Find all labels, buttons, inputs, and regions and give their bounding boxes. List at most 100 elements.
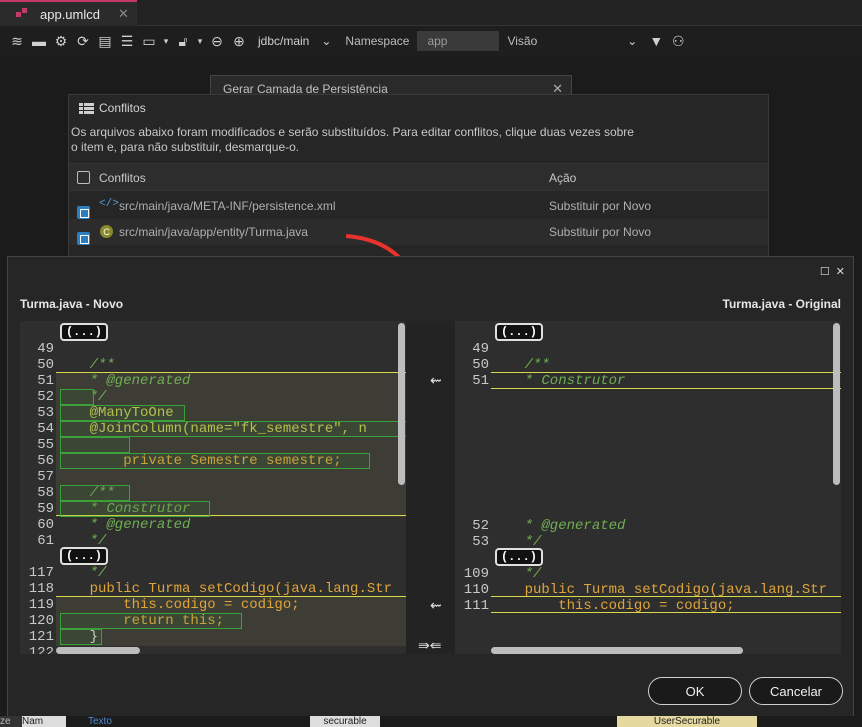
row-checkbox[interactable] (77, 231, 90, 245)
refresh-icon[interactable]: ⟳ (74, 32, 92, 50)
line-number: 50 (37, 357, 54, 373)
document-icon[interactable]: ▭ (140, 32, 158, 50)
line-number: 56 (37, 453, 54, 469)
strip-text: Nam (22, 716, 66, 727)
horizontal-scrollbar[interactable] (56, 647, 140, 654)
fold-marker[interactable]: (...) (60, 547, 108, 565)
database-gear-icon[interactable]: ⚙ (52, 32, 70, 50)
line-number: 121 (28, 629, 54, 645)
description-line: Os arquivos abaixo foram modificados e s… (71, 125, 634, 139)
line-number: 120 (28, 613, 54, 629)
strip-text: Texto (88, 716, 112, 727)
left-code-pane[interactable]: (...) (...) 49 50 /** 51 * @generated 52… (20, 321, 406, 654)
line-number: 61 (37, 533, 54, 549)
code-line: this.codigo = codigo; (56, 597, 300, 613)
line-number: 53 (37, 405, 54, 421)
line-number: 51 (37, 373, 54, 389)
ok-button[interactable]: OK (648, 677, 742, 705)
line-number: 55 (37, 437, 54, 453)
strip-text: ze (0, 716, 22, 727)
diagram-icon (16, 8, 28, 20)
right-code-pane[interactable]: (...) (...) 49 50 /** 51 * Construtor 52… (455, 321, 841, 654)
line-number: 52 (37, 389, 54, 405)
code-line: * @generated (491, 518, 626, 534)
horizontal-scrollbar[interactable] (491, 647, 743, 654)
right-pane-title: Turma.java - Original (722, 297, 841, 311)
col-conflicts: Conflitos (99, 171, 146, 185)
code-line: */ (491, 566, 542, 582)
class-icon: C (100, 225, 113, 238)
row-path: src/main/java/META-INF/persistence.xml (119, 199, 336, 213)
close-icon[interactable]: ✕ (836, 265, 845, 278)
merge-arrows-icon[interactable]: ⇛⇚ (418, 637, 441, 654)
view-label: Visão (507, 34, 538, 48)
binoculars-icon[interactable]: ⚇ (669, 32, 687, 50)
left-pane-title: Turma.java - Novo (20, 297, 124, 311)
code-line: * @generated (56, 373, 191, 389)
table-icon[interactable]: ▤ (96, 32, 114, 50)
conflicts-description: Os arquivos abaixo foram modificados e s… (71, 125, 661, 155)
line-number: 122 (28, 645, 54, 654)
code-line: * @generated (56, 517, 191, 533)
namespace-input[interactable]: app (417, 31, 500, 51)
zoom-in-icon[interactable]: ⊕ (230, 32, 248, 50)
layers-icon[interactable]: ≋ (8, 32, 26, 50)
chevron-down-icon[interactable]: ▾ (162, 32, 170, 50)
copy-left-arrow-icon[interactable]: ⇜ (430, 372, 442, 389)
filter-icon[interactable]: ▼ (647, 32, 665, 50)
strip-text: UserSecurable (617, 716, 757, 727)
table-row[interactable]: </> src/main/java/META-INF/persistence.x… (69, 193, 768, 219)
stack-icon[interactable]: ☰ (118, 32, 136, 50)
window-buttons: ☐ ✕ (820, 265, 845, 278)
copy-left-arrow-icon[interactable]: ⇜ (430, 597, 442, 614)
line-number: 118 (28, 581, 54, 597)
line-number: 119 (28, 597, 54, 613)
folder-icon[interactable]: ▬ (30, 32, 48, 50)
diff-gutter: ⇜ ⇜ ⇛⇚ (406, 321, 455, 654)
namespace-label: Namespace (345, 34, 410, 48)
conflicts-header: Conflitos Ação (69, 163, 768, 191)
toolbar: ≋ ▬ ⚙ ⟳ ▤ ☰ ▭ ▾ 🔓︎ ▾ ⊖ ⊕ jdbc/main ⌄ Name… (0, 26, 862, 56)
row-path: src/main/java/app/entity/Turma.java (119, 225, 308, 239)
col-action: Ação (549, 171, 577, 185)
code-line: */ (491, 534, 542, 550)
line-number: 58 (37, 485, 54, 501)
vertical-scrollbar[interactable] (398, 323, 405, 485)
list-icon (79, 102, 94, 114)
close-icon[interactable]: ✕ (118, 6, 129, 22)
line-number: 109 (463, 566, 489, 582)
datasource-select[interactable]: jdbc/main ⌄ (252, 31, 337, 51)
line-number: 49 (472, 341, 489, 357)
maximize-icon[interactable]: ☐ (820, 265, 830, 278)
row-action: Substituir por Novo (549, 199, 652, 213)
description-line: o item e, para não substituir, desmarque… (71, 140, 300, 154)
line-number: 57 (37, 469, 54, 485)
select-all-checkbox[interactable] (77, 171, 90, 184)
row-checkbox[interactable] (77, 205, 90, 219)
view-select[interactable]: ⌄ (545, 31, 643, 51)
line-number: 52 (472, 518, 489, 534)
line-number: 111 (463, 598, 489, 614)
conflicts-title: Conflitos (79, 101, 146, 115)
line-number: 117 (28, 565, 54, 581)
compare-dialog: ☐ ✕ Turma.java - Novo Turma.java - Origi… (7, 256, 854, 724)
fold-marker[interactable]: (...) (495, 548, 543, 566)
conflicts-title-text: Conflitos (99, 101, 146, 115)
fold-marker[interactable]: (...) (495, 323, 543, 341)
code-line: public Turma setCodigo(java.lang.Str (491, 582, 828, 598)
zoom-out-icon[interactable]: ⊖ (208, 32, 226, 50)
chevron-down-icon[interactable]: ▾ (196, 32, 204, 50)
fold-marker[interactable]: (...) (60, 323, 108, 341)
row-action: Substituir por Novo (549, 225, 652, 239)
tab-label: app.umlcd (40, 6, 100, 22)
chevron-down-icon: ⌄ (321, 34, 332, 48)
line-number: 59 (37, 501, 54, 517)
vertical-scrollbar[interactable] (833, 323, 840, 485)
line-number: 49 (37, 341, 54, 357)
lock-icon[interactable]: 🔓︎ (174, 32, 192, 50)
tab-app-umlcd[interactable]: app.umlcd ✕ (0, 0, 137, 26)
line-number: 53 (472, 534, 489, 550)
line-number: 54 (37, 421, 54, 437)
background-strip: ze Nam Texto securable UserSecurable (0, 716, 862, 727)
cancel-button[interactable]: Cancelar (749, 677, 843, 705)
